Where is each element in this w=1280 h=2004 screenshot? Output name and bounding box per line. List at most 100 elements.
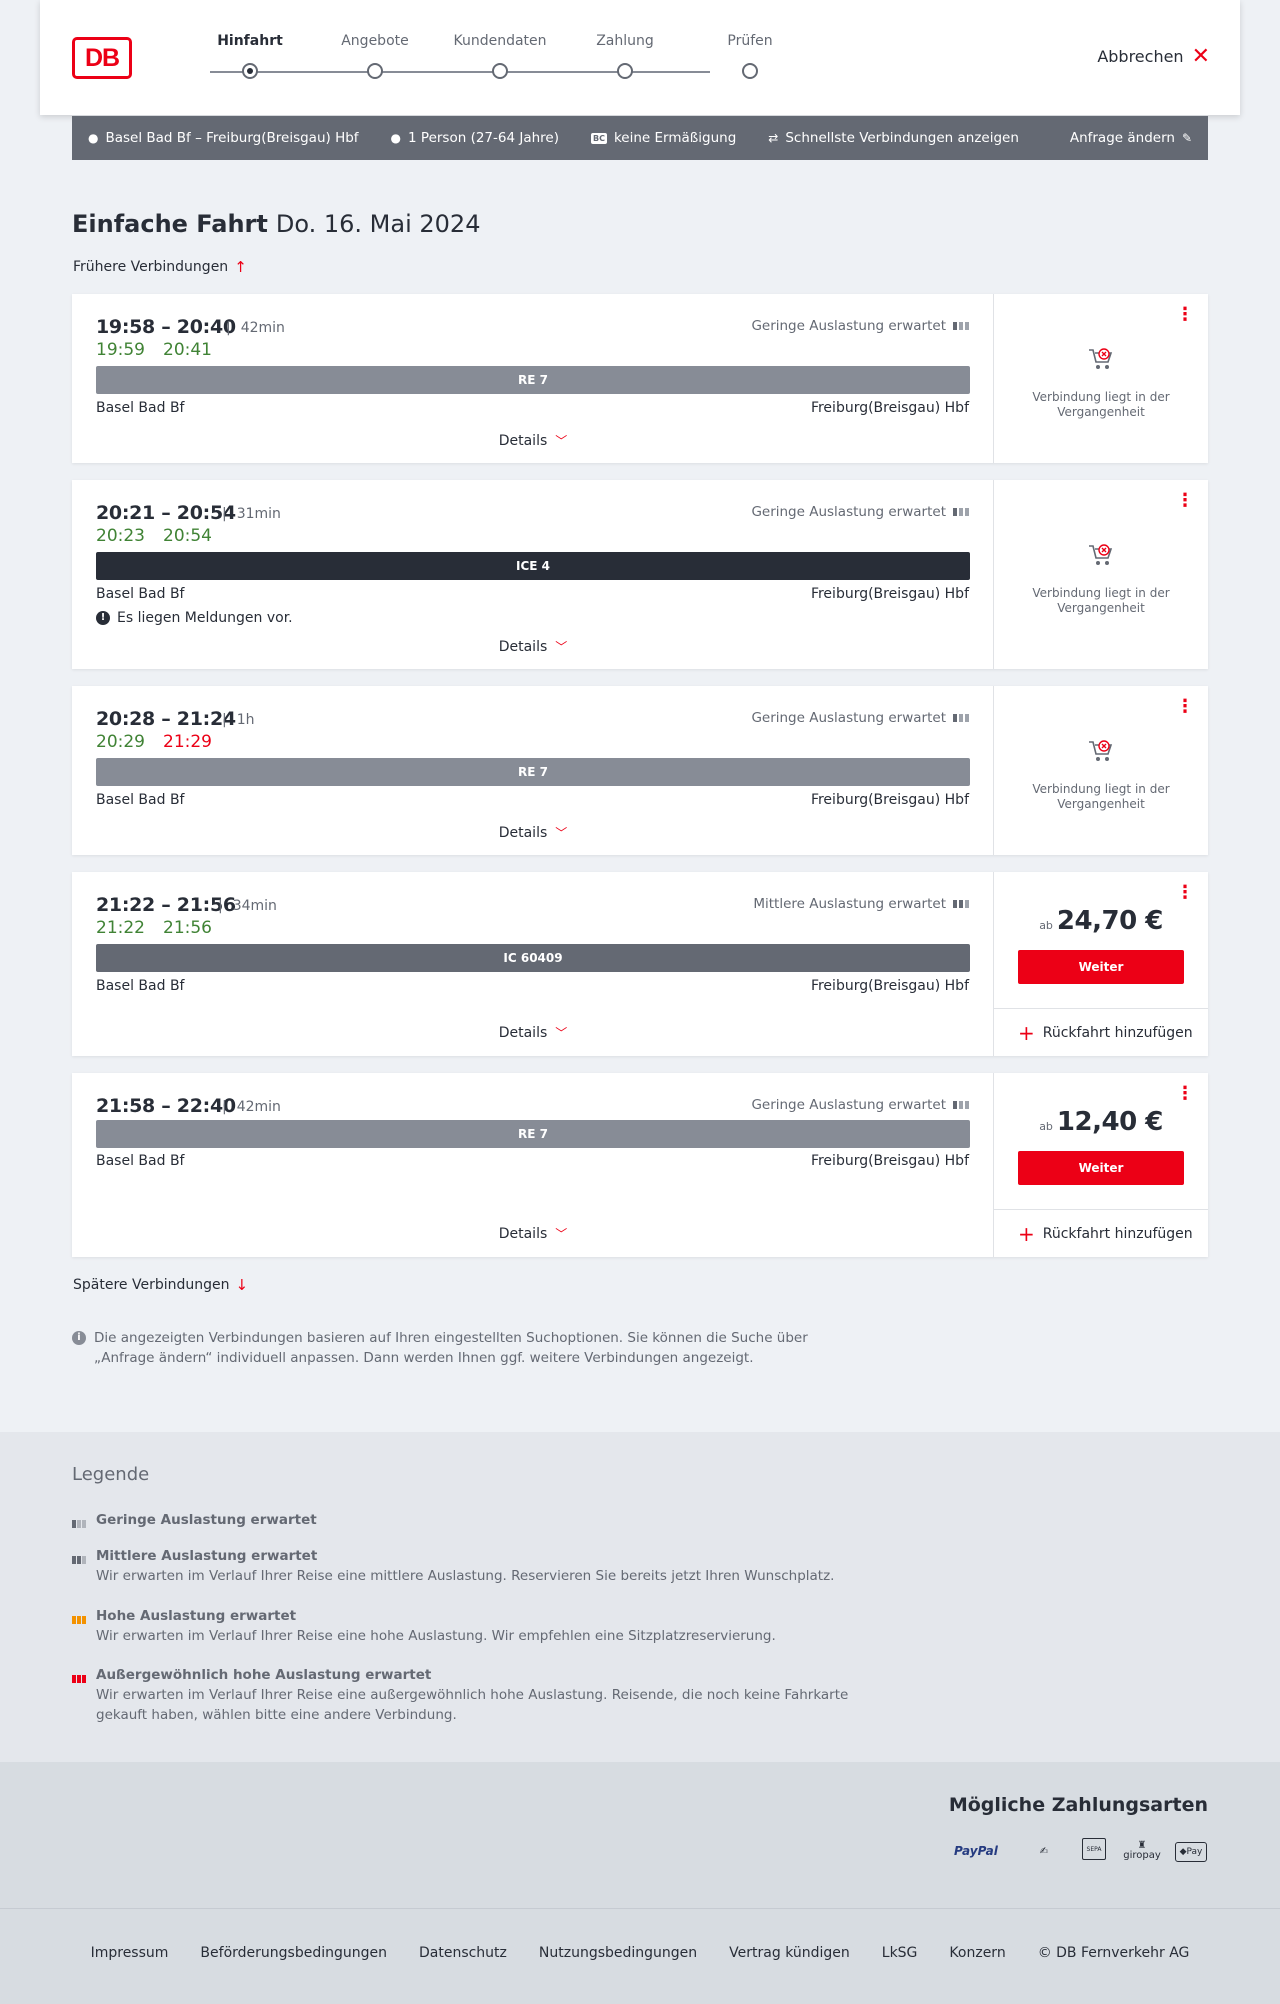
planned-times: 21:58 – 22:40 <box>96 1095 236 1117</box>
details-toggle[interactable]: Details ﹀ <box>72 638 994 655</box>
footer-link-nutzungsbedingungen[interactable]: Nutzungsbedingungen <box>539 1945 697 1961</box>
step-zahlung: Zahlung <box>565 33 685 79</box>
info-icon: i <box>72 1331 86 1345</box>
arrow-up-icon: ↑ <box>234 258 247 276</box>
footer-link-lksg[interactable]: LkSG <box>882 1945 918 1961</box>
connection-card[interactable]: 20:28 – 21:24 | 1h Geringe Auslastung erw… <box>72 686 1208 855</box>
offer-panel: ⋮ Verbindung liegt in der Vergangenheit <box>994 686 1208 855</box>
footer-link-befoerderungsbedingungen[interactable]: Beförderungsbedingungen <box>200 1945 387 1961</box>
cart-unavailable-icon <box>1089 348 1113 369</box>
giropay-label: giropay <box>1123 1850 1161 1861</box>
earlier-label: Frühere Verbindungen <box>73 259 229 275</box>
occupancy-text: Geringe Auslastung erwartet <box>751 1097 946 1113</box>
payment-title: Mögliche Zahlungsarten <box>948 1794 1208 1816</box>
add-return-button[interactable]: + Rückfahrt hinzufügen <box>994 1008 1208 1056</box>
footer-link-impressum[interactable]: Impressum <box>91 1945 169 1961</box>
change-request-button[interactable]: Anfrage ändern ✎ <box>1070 130 1192 146</box>
persons-text: 1 Person (27-64 Jahre) <box>408 130 559 146</box>
connection-card[interactable]: 19:58 – 20:40 | 42min Geringe Auslastung … <box>72 294 1208 463</box>
add-return-button[interactable]: + Rückfahrt hinzufügen <box>994 1209 1208 1257</box>
legend-item-low: Geringe Auslastung erwartet <box>72 1510 872 1530</box>
bahncard-icon: BC <box>591 132 607 144</box>
connection-card[interactable]: 21:58 – 22:40 | 42min Geringe Auslastung … <box>72 1073 1208 1257</box>
step-kundendaten: Kundendaten <box>440 33 560 79</box>
legend-item-text: Wir erwarten im Verlauf Ihrer Reise eine… <box>96 1687 849 1723</box>
details-toggle[interactable]: Details ﹀ <box>72 824 994 841</box>
duration-value: 42min <box>236 1099 281 1115</box>
footer-link-datenschutz[interactable]: Datenschutz <box>419 1945 507 1961</box>
step-hinfahrt: Hinfahrt <box>190 33 310 79</box>
price-prefix: ab <box>1039 1120 1053 1133</box>
planned-times: 21:22 – 21:56 <box>96 894 236 916</box>
more-options-icon[interactable]: ⋮ <box>1176 306 1194 324</box>
legend-title: Legende <box>72 1464 150 1485</box>
occupancy-text: Geringe Auslastung erwartet <box>751 504 946 520</box>
departure-station: Basel Bad Bf <box>96 1153 185 1169</box>
departure-station: Basel Bad Bf <box>96 978 185 994</box>
route-text: Basel Bad Bf – Freiburg(Breisgau) Hbf <box>105 130 359 146</box>
fastest-summary: ⇄ Schnellste Verbindungen anzeigen <box>768 130 1019 146</box>
realtime-departure: 20:23 <box>96 526 145 546</box>
return-label: Rückfahrt hinzufügen <box>1042 1024 1193 1041</box>
connection-info: 21:22 – 21:56 | 34min Mittlere Auslastung… <box>72 872 994 1056</box>
connection-info: 19:58 – 20:40 | 42min Geringe Auslastung … <box>72 294 994 463</box>
details-toggle[interactable]: Details ﹀ <box>72 1225 994 1242</box>
duration: | 1h <box>222 712 255 728</box>
arrow-down-icon: ↓ <box>235 1276 249 1294</box>
details-toggle[interactable]: Details ﹀ <box>72 1024 994 1041</box>
train-bar: ICE 4 <box>96 552 970 580</box>
chevron-down-icon: ﹀ <box>555 640 568 654</box>
chevron-down-icon: ﹀ <box>555 1026 568 1040</box>
alert-icon: ! <box>96 611 110 625</box>
connection-card[interactable]: 21:22 – 21:56 | 34min Mittlere Auslastung… <box>72 872 1208 1056</box>
header: DB Hinfahrt Angebote Kundendaten Zahlung… <box>40 0 1240 115</box>
train-bar: RE 7 <box>96 366 970 394</box>
weiter-button[interactable]: Weiter <box>1018 950 1184 984</box>
chevron-down-icon: ﹀ <box>555 1227 568 1241</box>
occupancy-text: Geringe Auslastung erwartet <box>751 710 946 726</box>
more-options-icon[interactable]: ⋮ <box>1176 698 1194 716</box>
offer-panel: ⋮ Verbindung liegt in der Vergangenheit <box>994 294 1208 463</box>
footer-link-vertrag-kuendigen[interactable]: Vertrag kündigen <box>729 1945 850 1961</box>
earlier-connections-link[interactable]: Frühere Verbindungen ↑ <box>73 258 247 276</box>
step-dot <box>492 63 508 79</box>
realtime-departure: 20:29 <box>96 732 145 752</box>
details-label: Details <box>498 1226 548 1242</box>
cart-unavailable-icon <box>1089 740 1113 761</box>
legend-item-title: Hohe Auslastung erwartet <box>96 1608 297 1624</box>
weiter-button[interactable]: Weiter <box>1018 1151 1184 1185</box>
price-value: 12,40 € <box>1056 1107 1163 1137</box>
more-options-icon[interactable]: ⋮ <box>1176 492 1194 510</box>
search-summary-bar: ● Basel Bad Bf – Freiburg(Breisgau) Hbf ●… <box>72 116 1208 160</box>
more-options-icon[interactable]: ⋮ <box>1176 884 1194 902</box>
connection-info: 21:58 – 22:40 | 42min Geringe Auslastung … <box>72 1073 994 1257</box>
route-summary: ● Basel Bad Bf – Freiburg(Breisgau) Hbf <box>88 130 359 146</box>
step-label: Hinfahrt <box>217 33 283 49</box>
occupancy-low-icon <box>72 1514 87 1534</box>
apple-pay-icon: ◆ Pay <box>1175 1842 1207 1862</box>
arrival-station: Freiburg(Breisgau) Hbf <box>810 586 969 602</box>
past-connection-text: Verbindung liegt in der Vergangenheit <box>1032 586 1170 615</box>
cancel-label: Abbrechen <box>1097 47 1184 66</box>
details-toggle[interactable]: Details ﹀ <box>72 432 994 449</box>
departure-station: Basel Bad Bf <box>96 586 185 602</box>
connection-card[interactable]: 20:21 – 20:54 | 31min Geringe Auslastung … <box>72 480 1208 669</box>
duration: | 31min <box>222 506 281 522</box>
persons-summary: ● 1 Person (27-64 Jahre) <box>391 130 559 146</box>
later-connections-link[interactable]: Spätere Verbindungen ↓ <box>73 1276 248 1294</box>
footer-link-konzern[interactable]: Konzern <box>949 1945 1005 1961</box>
realtime-arrival: 21:56 <box>163 918 212 938</box>
past-connection-text: Verbindung liegt in der Vergangenheit <box>1032 782 1170 811</box>
cancel-button[interactable]: Abbrechen ✕ <box>1097 45 1210 67</box>
occupancy-indicator: Geringe Auslastung erwartet <box>751 504 969 520</box>
discount-summary: BC keine Ermäßigung <box>591 130 736 146</box>
more-options-icon[interactable]: ⋮ <box>1176 1085 1194 1103</box>
cart-unavailable-icon <box>1089 544 1113 565</box>
price: ab 24,70 € <box>994 906 1208 936</box>
step-dot <box>617 63 633 79</box>
location-pin-icon: ● <box>88 131 99 145</box>
occupancy-indicator: Geringe Auslastung erwartet <box>751 710 969 726</box>
realtime-arrival: 20:54 <box>163 526 212 546</box>
pencil-icon: ✎ <box>1181 131 1192 145</box>
realtime-times: 21:22 21:56 <box>96 918 230 938</box>
